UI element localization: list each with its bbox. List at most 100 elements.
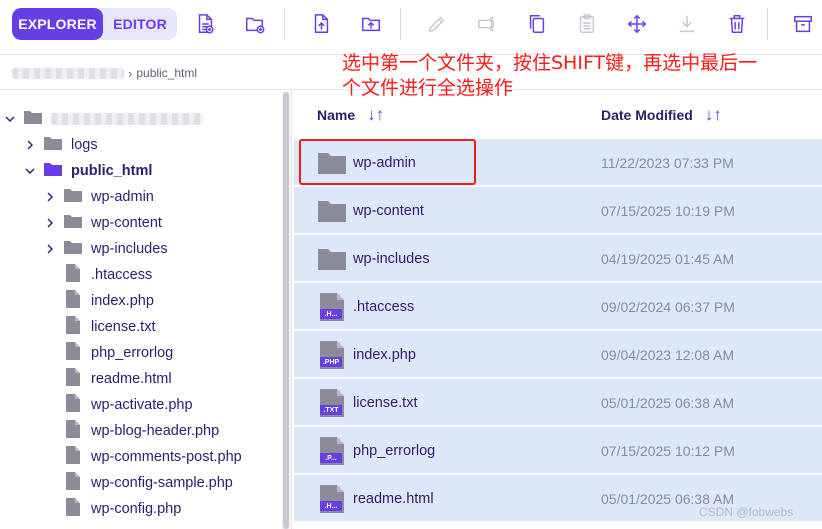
tab-explorer[interactable]: EXPLORER [12,8,103,40]
chevron-right-icon[interactable] [44,191,56,203]
tree-item-label: readme.html [91,371,172,387]
tree-item-label: wp-config.php [91,501,182,517]
tree-item-wp-blog-header-php[interactable]: wp-blog-header.php [44,418,219,444]
chevron-right-icon[interactable] [44,243,56,255]
tree-item-htaccess[interactable]: .htaccess [44,262,152,288]
tree-item-wp-content[interactable]: wp-content [44,210,162,236]
divider [291,90,292,529]
date-modified: 09/04/2023 12:08 AM [601,346,735,363]
edit-icon[interactable] [475,12,499,36]
tree-item-label: wp-config-sample.php [91,475,233,491]
file-icon [66,290,80,312]
folder-icon [64,240,82,258]
upload-folder-icon[interactable] [359,12,383,36]
table-row[interactable]: wp-content 07/15/2025 10:19 PM [294,187,822,234]
new-file-icon[interactable] [193,12,217,36]
date-modified: 09/02/2024 06:37 PM [601,298,735,315]
date-modified: 11/22/2023 07:33 PM [601,154,734,171]
file-icon [66,264,80,286]
tree-item-label: index.php [91,293,154,309]
file-type-badge: .H... [324,311,338,318]
move-icon[interactable] [625,12,649,36]
chevron-down-icon[interactable] [24,165,36,177]
date-modified: 05/01/2025 06:38 AM [601,394,735,411]
file-icon: .H... [318,293,346,321]
file-icon [66,368,80,390]
file-type-badge: .TXT [323,407,339,414]
tree-item-label: license.txt [91,319,156,335]
folder-icon [318,197,346,225]
table-row[interactable]: .H... .htaccess 09/02/2024 06:37 PM [294,283,822,330]
tree-item-wp-comments-post-php[interactable]: wp-comments-post.php [44,444,242,470]
rename-icon[interactable] [425,12,449,36]
download-icon[interactable] [675,12,699,36]
toolbar-divider [284,8,285,40]
file-icon [66,316,80,338]
table-row[interactable]: .PHP index.php 09/04/2023 12:08 AM [294,331,822,378]
table-row[interactable]: .TXT license.txt 05/01/2025 06:38 AM [294,379,822,426]
file-icon [66,394,80,416]
file-table-header: Name ↓↑ Date Modified ↓↑ [293,92,822,138]
tree-item-wp-activate-php[interactable]: wp-activate.php [44,392,193,418]
chevron-right-icon[interactable] [44,217,56,229]
table-row[interactable]: wp-includes 04/19/2025 01:45 AM [294,235,822,282]
tree-item-php-errorlog[interactable]: php_errorlog [44,340,173,366]
file-name: license.txt [353,394,418,411]
tree-item-wp-config-php[interactable]: wp-config.php [44,496,181,522]
tab-editor[interactable]: EDITOR [103,8,177,40]
file-icon [66,498,80,520]
tree-item-label: wp-admin [91,189,154,205]
breadcrumb-root-redacted[interactable] [12,67,124,79]
chevron-right-icon: › [128,65,133,81]
breadcrumb-current[interactable]: public_html [136,66,197,80]
folder-icon [64,188,82,206]
tree-item-logs[interactable]: logs [24,132,98,158]
file-type-badge: .H... [324,503,338,510]
sort-icon[interactable]: ↓↑ [367,105,384,125]
tree-item-label: wp-blog-header.php [91,423,220,439]
date-modified: 07/15/2025 10:19 PM [601,202,735,219]
date-modified: 04/19/2025 01:45 AM [601,250,735,267]
tree-item-label: php_errorlog [91,345,174,361]
tree-item-label: .htaccess [91,267,153,283]
tree-item-wp-includes[interactable]: wp-includes [44,236,168,262]
file-icon: .TXT [318,389,346,417]
copy-icon[interactable] [525,12,549,36]
paste-icon[interactable] [575,12,599,36]
file-type-badge: .PHP [322,359,340,366]
delete-icon[interactable] [725,12,749,36]
new-folder-icon[interactable] [243,12,267,36]
file-icon [66,420,80,442]
chevron-right-icon[interactable] [24,139,36,151]
tree-item-label: public_html [71,163,153,179]
tree-item-wp-admin[interactable]: wp-admin [44,184,154,210]
tree-item-wp-config-sample-php[interactable]: wp-config-sample.php [44,470,233,496]
annotation-highlight-box [299,139,476,185]
scroll-thumb[interactable] [283,92,289,529]
tree-item-public-html[interactable]: public_html [24,158,152,184]
column-header-name[interactable]: Name ↓↑ [317,92,384,138]
tree-item-license-txt[interactable]: license.txt [44,314,155,340]
file-icon: .H... [318,485,346,513]
column-header-date[interactable]: Date Modified ↓↑ [601,92,722,138]
tree-item-readme-html[interactable]: readme.html [44,366,172,392]
file-icon [66,472,80,494]
file-name: index.php [353,346,416,363]
column-date-label: Date Modified [601,107,693,123]
tree-item-index-php[interactable]: index.php [44,288,154,314]
upload-file-icon[interactable] [309,12,333,36]
file-name: readme.html [353,490,434,507]
file-icon: .PHP [318,341,346,369]
tree-scrollbar[interactable] [282,92,290,529]
watermark: CSDN @fobwebs [699,505,794,519]
sort-icon[interactable]: ↓↑ [705,105,722,125]
archive-icon[interactable] [791,12,815,36]
table-row[interactable]: .P... php_errorlog 07/15/2025 10:12 PM [294,427,822,474]
